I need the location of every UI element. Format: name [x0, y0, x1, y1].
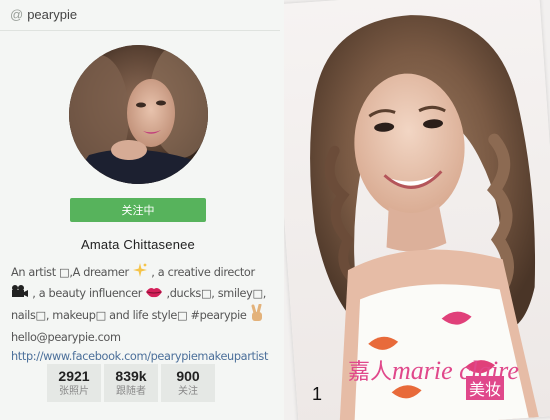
bio-line-3: nails□, makeup□ and life style□ #pearypi… — [11, 303, 277, 328]
bio-text: and life style — [105, 309, 177, 322]
stat-label: 跟随者 — [116, 385, 146, 397]
sparkle-icon — [132, 262, 148, 284]
magazine-logo: 嘉人marie claire 美妆 — [348, 354, 519, 400]
missing-glyph: □ — [176, 309, 188, 322]
bio-text: nails — [11, 309, 36, 322]
at-icon: @ — [10, 7, 24, 22]
hashtag-link[interactable]: #pearypie — [187, 309, 249, 322]
stat-value: 900 — [176, 367, 200, 384]
missing-glyph: □ — [95, 309, 107, 322]
bio: An artist □,A dreamer , a creative direc… — [11, 262, 277, 366]
email-text[interactable]: hello@pearypie.com — [11, 328, 277, 347]
bio-text: , makeup — [45, 309, 96, 322]
stat-label: 张照片 — [59, 385, 89, 397]
movie-camera-icon — [11, 284, 29, 304]
divider — [0, 30, 280, 31]
avatar[interactable] — [69, 45, 208, 184]
missing-glyph: □ — [200, 287, 212, 300]
logo-chinese-left: 嘉人 — [348, 360, 393, 385]
logo-chinese-right: 美妆 — [466, 376, 505, 400]
avatar-image — [69, 45, 208, 184]
stat-followers[interactable]: 839k 跟随者 — [104, 364, 158, 402]
stat-photos[interactable]: 2921 张照片 — [47, 364, 101, 402]
stat-value: 2921 — [58, 367, 90, 384]
username[interactable]: pearypie — [27, 7, 77, 22]
missing-glyph: □ — [59, 266, 70, 279]
missing-glyph: □ — [35, 309, 47, 322]
bio-text: ,A dreamer — [69, 266, 133, 279]
lips-icon — [145, 285, 163, 304]
handle-row[interactable]: @ pearypie — [10, 7, 77, 22]
photo-panel: 1 嘉人marie claire 美妆 — [284, 0, 550, 420]
photo-number: 1 — [312, 384, 323, 404]
bio-text: ,ducks — [163, 287, 201, 300]
stats-row: 2921 张照片 839k 跟随者 900 关注 — [47, 364, 215, 402]
following-button[interactable]: 关注中 — [70, 198, 206, 222]
display-name: Amata Chittasenee — [81, 237, 195, 252]
stat-following[interactable]: 900 关注 — [161, 364, 215, 402]
bio-text: An artist — [11, 266, 60, 279]
bio-text: , a creative director — [148, 266, 255, 279]
bio-text: , a beauty influencer — [29, 287, 146, 300]
bio-text: , smiley — [211, 287, 253, 300]
bio-text: , — [262, 287, 267, 300]
victory-hand-icon — [250, 303, 264, 328]
stat-value: 839k — [115, 367, 147, 384]
stat-label: 关注 — [178, 385, 198, 397]
bio-line-2: , a beauty influencer ,ducks□, smiley□, — [11, 284, 277, 304]
bio-line-1: An artist □,A dreamer , a creative direc… — [11, 262, 277, 284]
profile-panel: @ pearypie 关注中 Amata Chittasenee An arti… — [0, 0, 284, 420]
missing-glyph: □ — [252, 287, 263, 300]
